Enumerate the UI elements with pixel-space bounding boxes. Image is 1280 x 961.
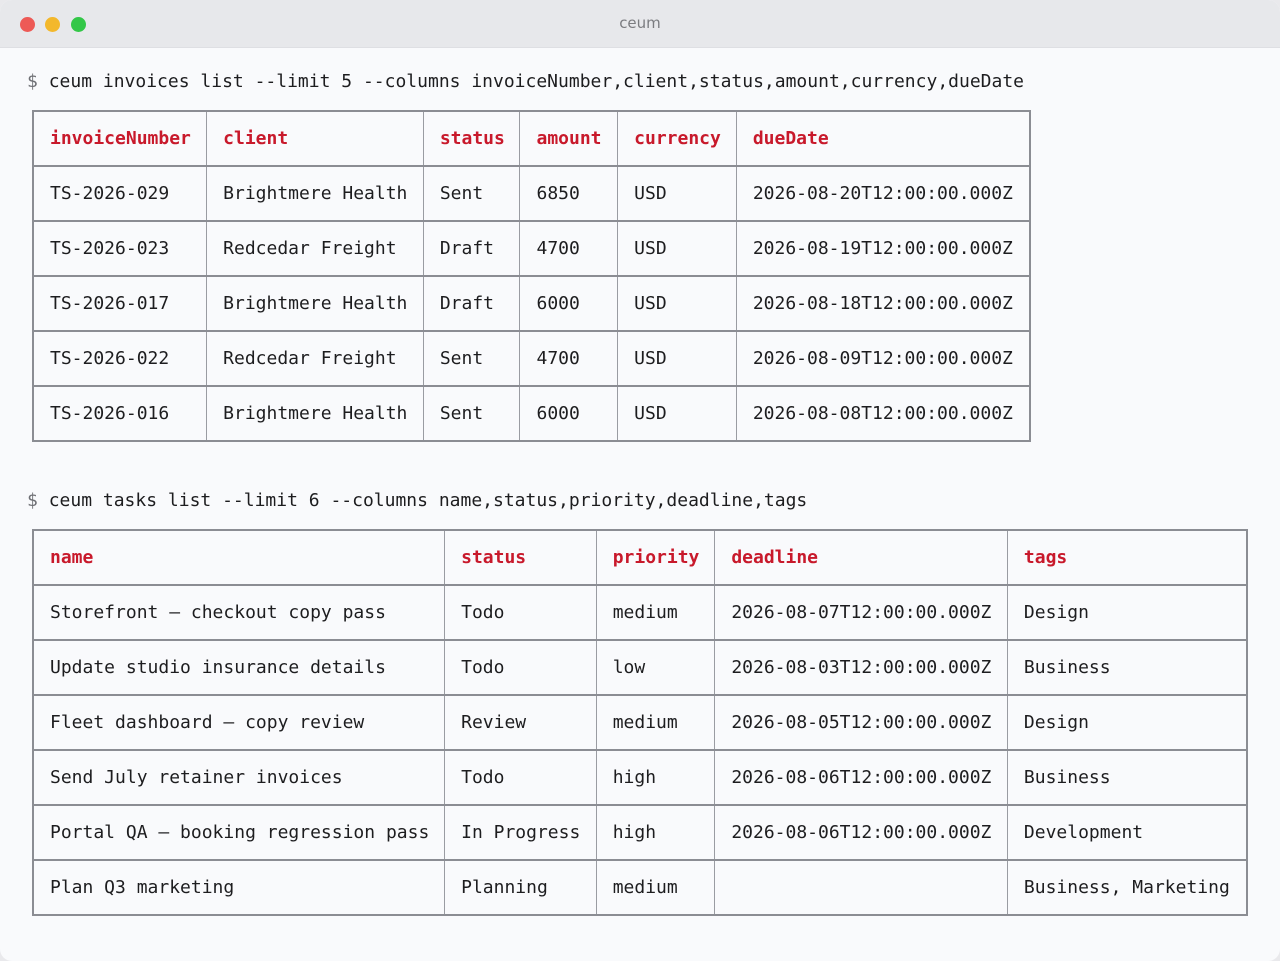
cell-deadline: 2026-08-03T12:00:00.000Z <box>714 639 1008 696</box>
cell-deadline: 2026-08-05T12:00:00.000Z <box>714 694 1008 751</box>
table-row: Send July retainer invoices Todo high 2026-… <box>32 749 1248 806</box>
cell-client: Brightmere Health <box>206 385 424 442</box>
cell-status: Draft <box>422 220 521 277</box>
cell-duedate: 2026-08-08T12:00:00.000Z <box>735 385 1031 442</box>
cell-currency: USD <box>617 275 737 332</box>
cell-priority: high <box>595 804 716 861</box>
table-row: Fleet dashboard — copy review Review mediu… <box>32 694 1248 751</box>
table-row: Storefront — checkout copy pass Todo mediu… <box>32 584 1248 641</box>
table-row: TS-2026-017 Brightmere Health Draft 6000 USD… <box>32 275 1031 332</box>
cell-duedate: 2026-08-19T12:00:00.000Z <box>735 220 1031 277</box>
column-header-duedate: dueDate <box>735 110 1031 167</box>
terminal-output[interactable]: $ ceum invoices list --limit 5 --columns… <box>0 48 1280 961</box>
invoices-table: invoiceNumber client status amount currency d… <box>32 110 1031 442</box>
column-header-currency: currency <box>617 110 737 167</box>
column-header-client: client <box>206 110 424 167</box>
cell-duedate: 2026-08-20T12:00:00.000Z <box>735 165 1031 222</box>
command-text: ceum tasks list --limit 6 --columns name… <box>48 490 808 511</box>
cell-tags: Business <box>1006 749 1248 806</box>
cell-status: Todo <box>444 749 597 806</box>
table-row: Update studio insurance details Todo low 20… <box>32 639 1248 696</box>
cell-tags: Business, Marketing <box>1006 859 1248 916</box>
cell-status: Todo <box>444 639 597 696</box>
cell-duedate: 2026-08-18T12:00:00.000Z <box>735 275 1031 332</box>
cell-currency: USD <box>617 220 737 277</box>
cell-deadline: 2026-08-07T12:00:00.000Z <box>714 584 1008 641</box>
column-header-status: status <box>422 110 521 167</box>
cell-name: Portal QA — booking regression pass <box>32 804 446 861</box>
table-row: TS-2026-023 Redcedar Freight Draft 4700 USD 2… <box>32 220 1031 277</box>
cell-currency: USD <box>617 330 737 387</box>
command-line-invoices: $ ceum invoices list --limit 5 --columns… <box>27 71 1024 93</box>
cell-status: Sent <box>422 165 521 222</box>
column-header-priority: priority <box>595 529 716 586</box>
column-header-tags: tags <box>1006 529 1248 586</box>
command-text: ceum invoices list --limit 5 --columns i… <box>48 71 1025 92</box>
cell-client: Redcedar Freight <box>206 220 424 277</box>
cell-amount: 4700 <box>519 220 619 277</box>
column-header-status: status <box>444 529 597 586</box>
cell-invoicenumber: TS-2026-022 <box>32 330 208 387</box>
cell-name: Update studio insurance details <box>32 639 446 696</box>
cell-priority: high <box>595 749 716 806</box>
table-row: TS-2026-016 Brightmere Health Sent 6000 USD 2… <box>32 385 1031 442</box>
cell-amount: 6850 <box>519 165 619 222</box>
prompt-symbol: $ <box>27 490 38 511</box>
title-bar: ceum <box>0 0 1280 48</box>
column-header-deadline: deadline <box>714 529 1008 586</box>
table-row: TS-2026-029 Brightmere Health Sent 6850 USD 2… <box>32 165 1031 222</box>
cell-priority: medium <box>595 859 716 916</box>
tasks-table: name status priority deadline tags Storefron… <box>32 529 1248 916</box>
cell-status: Todo <box>444 584 597 641</box>
column-header-invoicenumber: invoiceNumber <box>32 110 208 167</box>
cell-name: Fleet dashboard — copy review <box>32 694 446 751</box>
cell-name: Storefront — checkout copy pass <box>32 584 446 641</box>
terminal-window: ceum $ ceum invoices list --limit 5 --co… <box>0 0 1280 961</box>
cell-priority: low <box>595 639 716 696</box>
cell-tags: Development <box>1006 804 1248 861</box>
window-title: ceum <box>619 14 661 32</box>
cell-status: Planning <box>444 859 597 916</box>
cell-status: Review <box>444 694 597 751</box>
cell-deadline: 2026-08-06T12:00:00.000Z <box>714 804 1008 861</box>
cell-invoicenumber: TS-2026-017 <box>32 275 208 332</box>
table-row: Portal QA — booking regression pass In Pr… <box>32 804 1248 861</box>
cell-invoicenumber: TS-2026-023 <box>32 220 208 277</box>
prompt-symbol: $ <box>27 71 38 92</box>
cell-amount: 6000 <box>519 275 619 332</box>
table-header-row: name status priority deadline tags <box>32 529 1248 586</box>
command-line-tasks: $ ceum tasks list --limit 6 --columns na… <box>27 490 807 512</box>
column-header-name: name <box>32 529 446 586</box>
cell-name: Send July retainer invoices <box>32 749 446 806</box>
cell-client: Brightmere Health <box>206 165 424 222</box>
cell-status: Sent <box>422 385 521 442</box>
cell-currency: USD <box>617 165 737 222</box>
cell-status: Sent <box>422 330 521 387</box>
cell-deadline <box>714 859 1008 916</box>
column-header-amount: amount <box>519 110 619 167</box>
cell-priority: medium <box>595 584 716 641</box>
cell-duedate: 2026-08-09T12:00:00.000Z <box>735 330 1031 387</box>
table-row: TS-2026-022 Redcedar Freight Sent 4700 USD 20… <box>32 330 1031 387</box>
cell-priority: medium <box>595 694 716 751</box>
cell-invoicenumber: TS-2026-016 <box>32 385 208 442</box>
cell-client: Redcedar Freight <box>206 330 424 387</box>
cell-amount: 4700 <box>519 330 619 387</box>
cell-status: In Progress <box>444 804 597 861</box>
cell-tags: Design <box>1006 584 1248 641</box>
cell-tags: Design <box>1006 694 1248 751</box>
cell-amount: 6000 <box>519 385 619 442</box>
cell-invoicenumber: TS-2026-029 <box>32 165 208 222</box>
cell-client: Brightmere Health <box>206 275 424 332</box>
cell-name: Plan Q3 marketing <box>32 859 446 916</box>
cell-tags: Business <box>1006 639 1248 696</box>
table-header-row: invoiceNumber client status amount currency d… <box>32 110 1031 167</box>
table-row: Plan Q3 marketing Planning medium Business,… <box>32 859 1248 916</box>
cell-currency: USD <box>617 385 737 442</box>
cell-deadline: 2026-08-06T12:00:00.000Z <box>714 749 1008 806</box>
cell-status: Draft <box>422 275 521 332</box>
